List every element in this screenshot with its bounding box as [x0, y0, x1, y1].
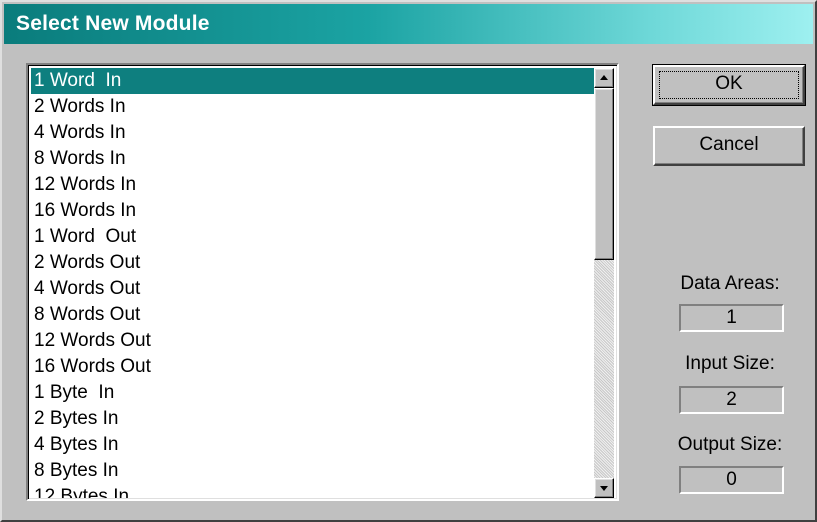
scroll-up-button[interactable] — [594, 68, 614, 88]
output-size-label: Output Size: — [677, 434, 783, 455]
cancel-button-label: Cancel — [699, 134, 759, 155]
list-item[interactable]: 12 Words In — [31, 172, 597, 198]
ok-button[interactable]: OK — [652, 64, 806, 106]
list-item[interactable]: 2 Words In — [31, 94, 597, 120]
input-size-label: Input Size: — [685, 353, 775, 374]
arrow-up-icon — [600, 75, 608, 80]
list-item[interactable]: 1 Byte In — [31, 380, 597, 406]
list-item[interactable]: 2 Words Out — [31, 250, 597, 276]
dialog-title: Select New Module — [16, 12, 210, 35]
list-item[interactable]: 12 Words Out — [31, 328, 597, 354]
list-item[interactable]: 16 Words In — [31, 198, 597, 224]
scroll-thumb[interactable] — [594, 88, 614, 260]
scroll-down-button[interactable] — [594, 478, 614, 498]
list-item[interactable]: 8 Bytes In — [31, 458, 597, 484]
module-listbox[interactable]: 1 Word In 2 Words In 4 Words In 8 Words In 1… — [26, 63, 619, 501]
list-item[interactable]: 12 Bytes In — [31, 484, 597, 498]
select-module-dialog: Select New Module 1 Word In 2 Words In 4 W… — [0, 0, 817, 522]
list-item[interactable]: 4 Words In — [31, 120, 597, 146]
list-item[interactable]: 4 Words Out — [31, 276, 597, 302]
output-size-value: 0 — [679, 466, 784, 494]
title-bar[interactable]: Select New Module — [4, 4, 813, 44]
list-item[interactable]: 1 Word In — [31, 68, 597, 94]
list-item[interactable]: 8 Words Out — [31, 302, 597, 328]
data-areas-value: 1 — [679, 304, 784, 332]
data-areas-label: Data Areas: — [680, 273, 780, 294]
cancel-button[interactable]: Cancel — [653, 126, 805, 166]
list-item[interactable]: 2 Bytes In — [31, 406, 597, 432]
arrow-down-icon — [600, 486, 608, 491]
vertical-scrollbar[interactable] — [594, 68, 614, 498]
list-item[interactable]: 16 Words Out — [31, 354, 597, 380]
input-size-value: 2 — [679, 386, 784, 414]
list-item[interactable]: 1 Word Out — [31, 224, 597, 250]
focus-rectangle — [659, 71, 799, 99]
list-item[interactable]: 4 Bytes In — [31, 432, 597, 458]
list-item[interactable]: 8 Words In — [31, 146, 597, 172]
module-list-items: 1 Word In 2 Words In 4 Words In 8 Words In 1… — [31, 68, 597, 498]
